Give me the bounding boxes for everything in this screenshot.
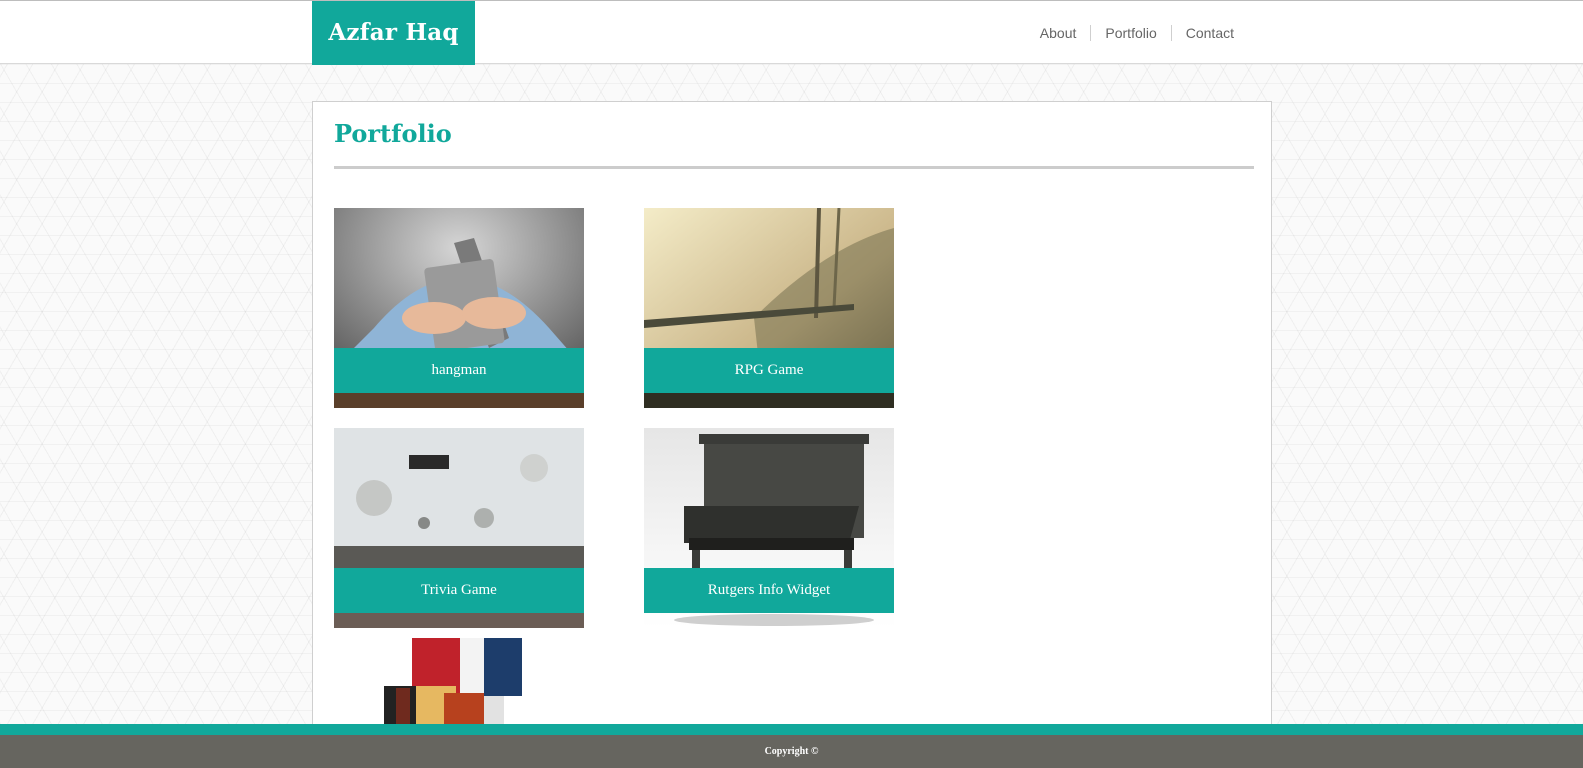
- page-title: Portfolio: [334, 119, 452, 148]
- project-card-trivia-game[interactable]: Trivia Game: [334, 428, 584, 628]
- project-card-rutgers-info-widget[interactable]: Rutgers Info Widget: [644, 428, 894, 628]
- project-card-rpg-game[interactable]: RPG Game: [644, 208, 894, 408]
- project-caption: RPG Game: [644, 348, 894, 393]
- nav-link-contact[interactable]: Contact: [1170, 25, 1248, 41]
- ribbon-medal-photo: [334, 638, 584, 738]
- portfolio-panel: Portfolio hangman RPG Game Trivia Game R…: [312, 101, 1272, 741]
- brand-logo[interactable]: Azfar Haq: [312, 1, 475, 65]
- project-card-medal[interactable]: [334, 638, 584, 738]
- nav-link-about[interactable]: About: [1026, 25, 1091, 41]
- nav-link-portfolio[interactable]: Portfolio: [1090, 25, 1170, 41]
- project-caption: hangman: [334, 348, 584, 393]
- project-caption: Rutgers Info Widget: [644, 568, 894, 613]
- footer-accent-strip: [0, 724, 1583, 735]
- project-caption: Trivia Game: [334, 568, 584, 613]
- title-divider: [334, 166, 1254, 169]
- footer: Copyright ©: [0, 735, 1583, 768]
- copyright-text: Copyright ©: [764, 746, 819, 757]
- project-card-hangman[interactable]: hangman: [334, 208, 584, 408]
- top-navbar: Azfar Haq About Portfolio Contact: [0, 0, 1583, 65]
- main-nav: About Portfolio Contact: [1026, 1, 1248, 65]
